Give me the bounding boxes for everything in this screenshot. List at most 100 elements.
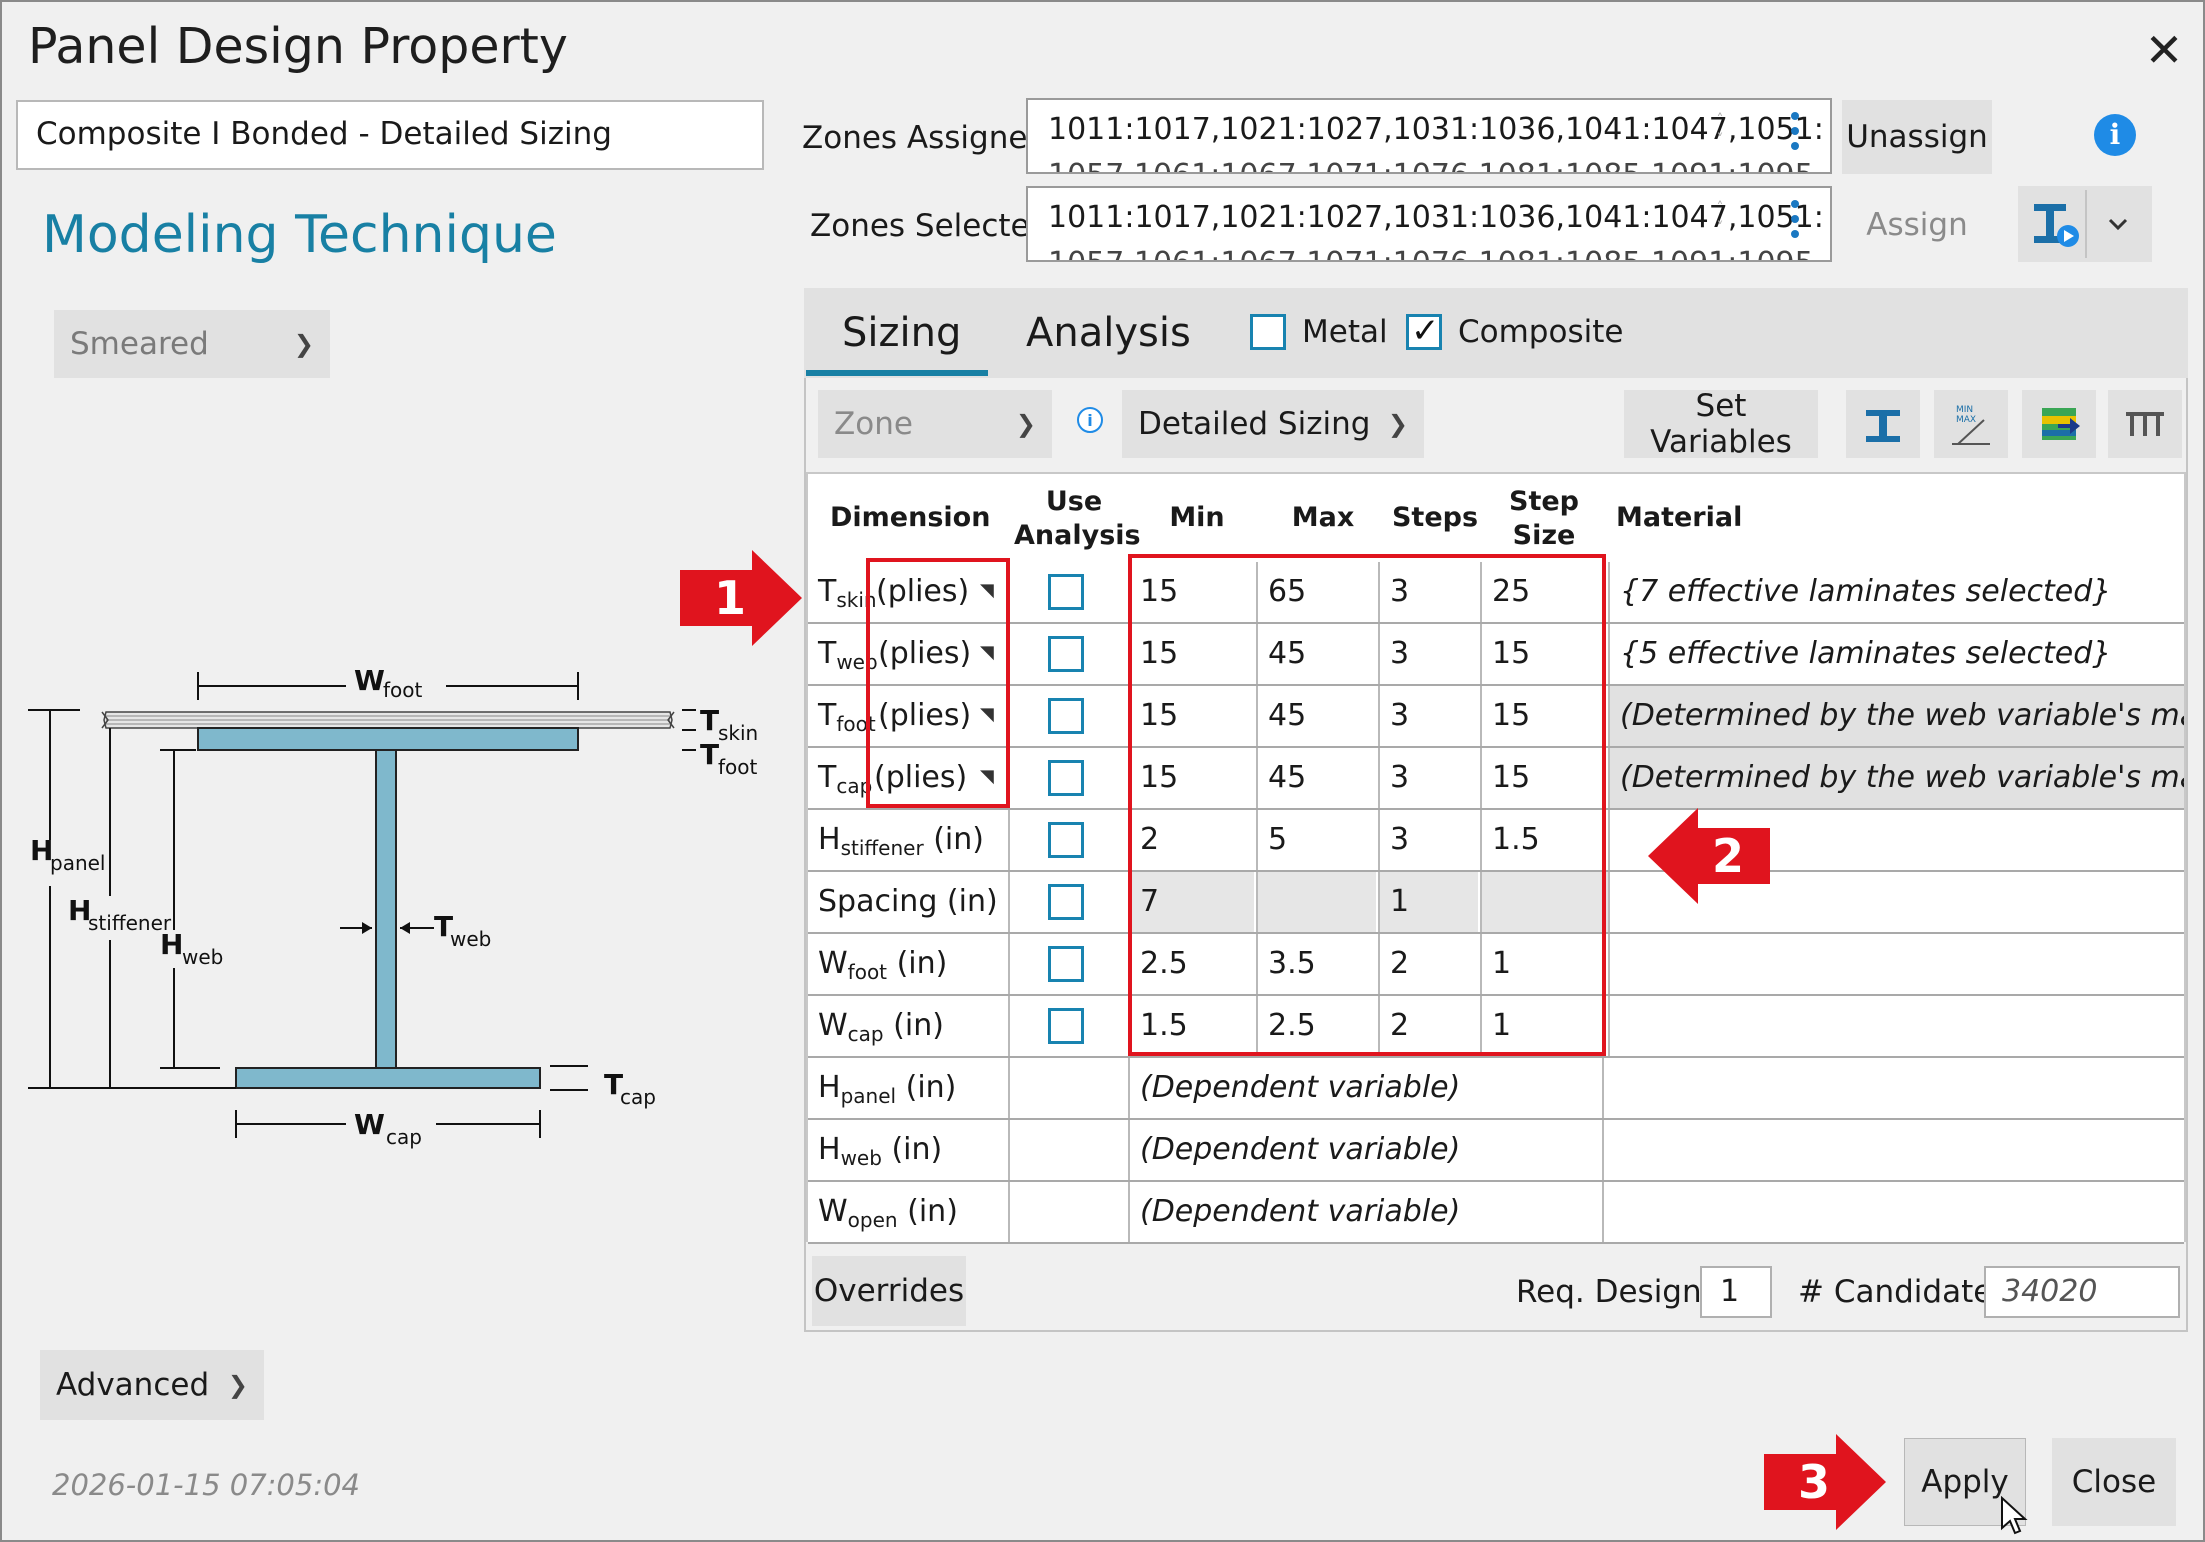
close-icon[interactable]: ✕ <box>2136 22 2192 78</box>
overrides-button[interactable]: Overrides <box>812 1256 966 1326</box>
info-icon[interactable]: i <box>2094 114 2136 156</box>
header-material: Material <box>1616 502 1743 533</box>
modeling-technique-dropdown: Smeared ❯ <box>54 310 330 378</box>
section-import-icon <box>2034 190 2128 258</box>
chevron-down-icon: ❯ <box>1015 410 1036 438</box>
use-analysis-checkbox[interactable] <box>1048 636 1084 672</box>
dependent-cell: (Dependent variable) <box>1140 1070 1461 1105</box>
header-steps: Steps <box>1391 502 1479 533</box>
use-analysis-checkbox[interactable] <box>1048 822 1084 858</box>
svg-text:T: T <box>700 738 719 771</box>
zones-selected-label: Zones Selected: <box>810 208 1060 244</box>
header-step-size-1: Step <box>1509 486 1579 517</box>
columns-icon <box>2126 412 2164 436</box>
tab-active-indicator <box>806 370 988 376</box>
callout-arrow-3: 3 <box>1764 1434 1886 1530</box>
min-max-icon: MINMAX <box>1952 405 1990 445</box>
dependent-cell: (Dependent variable) <box>1140 1194 1461 1229</box>
sizing-mode-value: Detailed Sizing <box>1138 406 1371 442</box>
callout-arrow-1: 1 <box>680 550 802 646</box>
timestamp: 2026-01-15 07:05:04 <box>52 1468 360 1502</box>
svg-text:foot: foot <box>718 755 758 779</box>
use-analysis-checkbox[interactable] <box>1048 574 1084 610</box>
candidates-label: # Candidates <box>1798 1274 2009 1310</box>
header-min: Min <box>1169 502 1225 533</box>
window-title: Panel Design Property <box>28 18 568 75</box>
zones-assigned-field[interactable]: 1011:1017,1021:1027,1031:1036,1041:1047,… <box>1026 98 1832 174</box>
property-name-field[interactable]: Composite I Bonded - Detailed Sizing <box>16 100 764 170</box>
svg-text:cap: cap <box>386 1125 422 1149</box>
min-max-button[interactable]: MIN MAX <box>1934 390 2008 458</box>
dimension-cell: Wfoot (in) <box>818 946 948 984</box>
metal-label: Metal <box>1302 314 1388 350</box>
req-designs-label: Req. Designs <box>1516 1274 1718 1310</box>
table-row: Hpanel (in) (Dependent variable) <box>808 1058 2184 1120</box>
beam-section-button[interactable] <box>1846 390 1920 458</box>
svg-text:panel: panel <box>50 851 106 875</box>
table-row: Wopen (in) (Dependent variable) <box>808 1182 2184 1244</box>
zone-dropdown[interactable]: Zone ❯ <box>818 390 1052 458</box>
material-cell[interactable]: {5 effective laminates selected} <box>1610 624 2184 684</box>
material-grid-button[interactable] <box>2022 390 2096 458</box>
use-analysis-checkbox[interactable] <box>1048 884 1084 920</box>
svg-text:skin: skin <box>718 721 758 745</box>
composite-checkbox[interactable] <box>1406 311 1442 351</box>
unassign-button[interactable]: Unassign <box>1842 100 1992 174</box>
spin-icon[interactable]: ˄ ˅ <box>1708 198 1732 254</box>
req-designs-input[interactable]: 1 <box>1700 1266 1772 1318</box>
material-cell[interactable]: {7 effective laminates selected} <box>1610 562 2184 622</box>
svg-text:H: H <box>160 928 183 961</box>
close-button[interactable]: Close <box>2052 1438 2176 1526</box>
material-cell: (Determined by the web variable's materi… <box>1610 748 2184 808</box>
svg-text:W: W <box>354 664 385 697</box>
section-import-split-button[interactable] <box>2018 186 2152 262</box>
tab-sizing[interactable]: Sizing <box>842 310 961 356</box>
svg-text:T: T <box>700 704 719 737</box>
use-analysis-checkbox[interactable] <box>1048 760 1084 796</box>
metal-checkbox[interactable] <box>1250 314 1286 350</box>
callout-2-label: 2 <box>1712 829 1744 883</box>
candidates-field: 34020 <box>1984 1266 2180 1318</box>
callout-3-label: 3 <box>1798 1455 1830 1509</box>
stiffener-cross-section-diagram: W foot T skin T foot H panel H stiffener… <box>28 664 758 1150</box>
header-dimension: Dimension <box>830 502 991 533</box>
sizing-mode-dropdown[interactable]: Detailed Sizing ❯ <box>1122 390 1424 458</box>
use-analysis-checkbox[interactable] <box>1048 1008 1084 1044</box>
dimension-cell: Hpanel (in) <box>818 1070 957 1108</box>
zones-assigned-label: Zones Assigned: <box>802 120 1058 156</box>
zones-selected-field[interactable]: 1011:1017,1021:1027,1031:1036,1041:1047,… <box>1026 186 1832 262</box>
header-use-analysis-1: Use <box>1045 486 1103 517</box>
dependent-cell: (Dependent variable) <box>1140 1132 1461 1167</box>
assign-button[interactable]: Assign <box>1842 188 1992 262</box>
dimension-cell: Wopen (in) <box>818 1194 958 1232</box>
svg-text:i: i <box>1087 411 1092 430</box>
header-max: Max <box>1291 502 1355 533</box>
tab-analysis[interactable]: Analysis <box>1026 310 1191 356</box>
use-analysis-checkbox[interactable] <box>1048 698 1084 734</box>
spin-icon[interactable]: ˄ ˅ <box>1708 110 1732 166</box>
mouse-cursor-icon <box>2001 1496 2028 1535</box>
material-grid-icon <box>2042 408 2080 440</box>
modeling-technique-value: Smeared <box>70 326 209 362</box>
dimension-cell: Spacing (in) <box>818 884 998 919</box>
highlight-ranges <box>1128 554 1606 1056</box>
chevron-down-icon: ❯ <box>1387 410 1408 438</box>
header-use-analysis-2: Analysis <box>1014 520 1141 551</box>
svg-text:MIN: MIN <box>1956 405 1973 415</box>
highlight-units <box>866 558 1010 808</box>
svg-text:foot: foot <box>383 678 423 702</box>
info-bubble-icon[interactable]: i <box>1074 404 1106 436</box>
columns-button[interactable] <box>2108 390 2182 458</box>
dimension-cell: Hweb (in) <box>818 1132 943 1170</box>
more-options-icon[interactable] <box>1780 196 1810 252</box>
more-options-icon[interactable] <box>1780 108 1810 164</box>
zones-assigned-overflow: 1057,1061:1067,1071:1076,1081:1085,1091:… <box>1048 158 1814 172</box>
advanced-dropdown[interactable]: Advanced ❯ <box>40 1350 264 1420</box>
svg-text:web: web <box>182 945 223 969</box>
chevron-down-icon: ❯ <box>293 330 314 358</box>
svg-text:W: W <box>354 1108 385 1141</box>
set-variables-button[interactable]: Set Variables <box>1624 388 1818 460</box>
svg-text:MAX: MAX <box>1956 415 1976 425</box>
zone-dropdown-value: Zone <box>834 406 913 442</box>
use-analysis-checkbox[interactable] <box>1048 946 1084 982</box>
